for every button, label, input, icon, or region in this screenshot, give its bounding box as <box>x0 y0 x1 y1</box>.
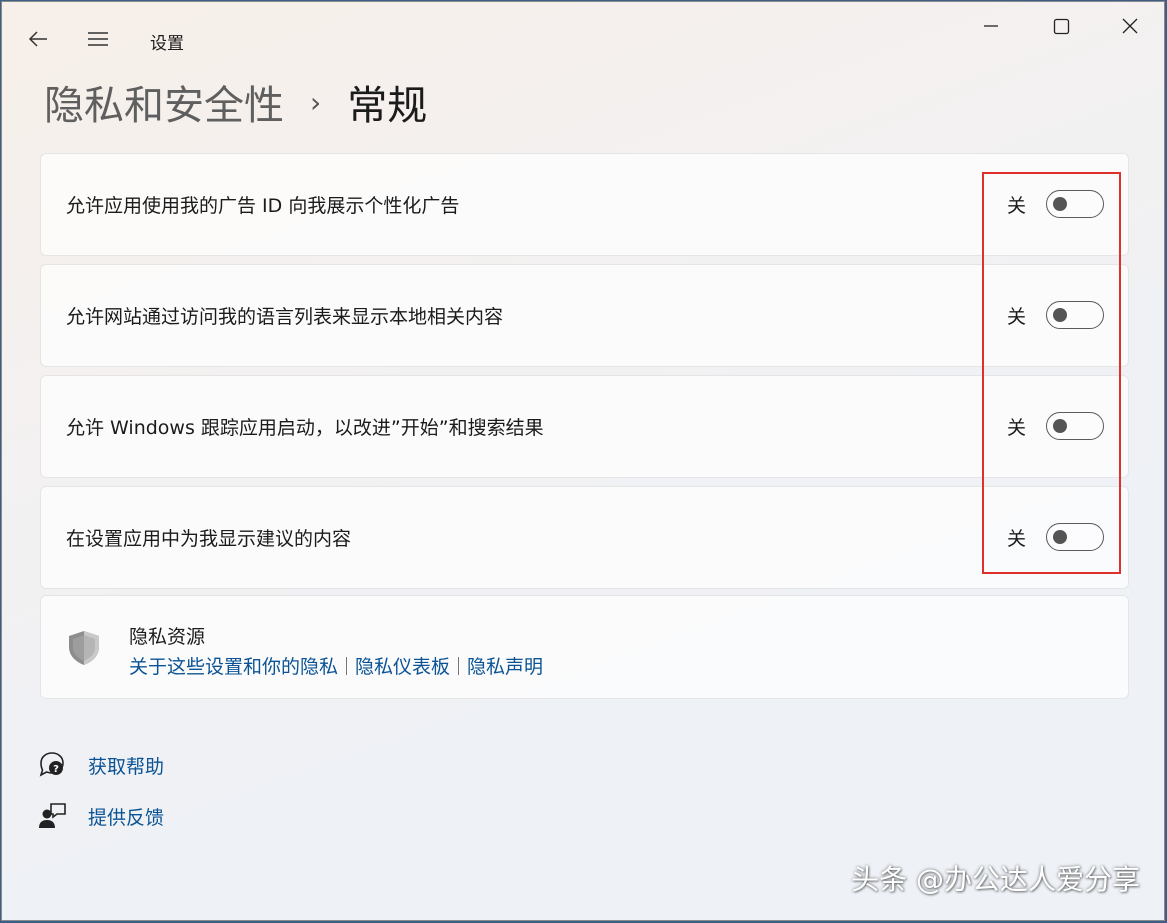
app-title: 设置 <box>150 34 184 54</box>
back-arrow-icon[interactable] <box>27 28 49 50</box>
maximize-icon <box>1053 18 1070 35</box>
breadcrumb-separator: › <box>310 85 322 119</box>
svg-text:?: ? <box>53 764 59 775</box>
toggle-state-label: 关 <box>1006 417 1026 439</box>
setting-card-ad-id: 允许应用使用我的广告 ID 向我展示个性化广告 关 <box>40 153 1129 256</box>
maximize-button[interactable] <box>1038 10 1084 42</box>
setting-label: 允许 Windows 跟踪应用启动，以改进”开始”和搜索结果 <box>66 417 544 439</box>
settings-window: 设置 隐私和安全性 › 常规 允许应用使用我的广告 ID 向我展示个性化广告 关… <box>1 1 1165 921</box>
privacy-resources-card: 隐私资源 关于这些设置和你的隐私 隐私仪表板 隐私声明 <box>40 595 1129 699</box>
feedback-label: 提供反馈 <box>88 806 165 829</box>
setting-card-app-launch-tracking: 允许 Windows 跟踪应用启动，以改进”开始”和搜索结果 关 <box>40 375 1129 478</box>
toggle-state-label: 关 <box>1006 195 1026 217</box>
suggested-content-toggle[interactable] <box>1046 522 1104 551</box>
ad-id-toggle[interactable] <box>1046 189 1104 218</box>
setting-label: 在设置应用中为我显示建议的内容 <box>66 528 352 550</box>
app-launch-tracking-toggle[interactable] <box>1046 411 1104 440</box>
toggle-knob <box>1053 307 1067 322</box>
toggle-knob <box>1053 529 1067 544</box>
feedback-link[interactable]: 提供反馈 <box>38 802 164 830</box>
page-title: 常规 <box>347 83 428 129</box>
close-button[interactable] <box>1107 10 1153 42</box>
setting-label: 允许应用使用我的广告 ID 向我展示个性化广告 <box>66 195 460 217</box>
shield-icon <box>67 630 101 666</box>
hamburger-menu-icon[interactable] <box>87 28 109 50</box>
toggle-state-label: 关 <box>1006 306 1026 328</box>
link-about-settings-privacy[interactable]: 关于这些设置和你的隐私 <box>129 652 338 679</box>
minimize-icon <box>984 25 998 27</box>
close-icon <box>1122 18 1138 34</box>
toggle-state-label: 关 <box>1006 528 1026 550</box>
watermark: 头条 @办公达人爱分享 <box>851 863 1140 896</box>
breadcrumb-parent-privacy-security[interactable]: 隐私和安全性 <box>44 73 284 131</box>
minimize-button[interactable] <box>968 10 1014 42</box>
breadcrumb: 隐私和安全性 › 常规 <box>44 72 427 132</box>
toggle-knob <box>1053 196 1067 211</box>
setting-card-language-list: 允许网站通过访问我的语言列表来显示本地相关内容 关 <box>40 264 1129 367</box>
link-divider <box>458 656 460 675</box>
help-chat-icon: ? <box>38 751 66 779</box>
toggle-knob <box>1053 418 1067 433</box>
link-privacy-statement[interactable]: 隐私声明 <box>467 652 543 679</box>
link-divider <box>346 656 348 675</box>
feedback-icon <box>38 802 66 830</box>
link-privacy-dashboard[interactable]: 隐私仪表板 <box>355 652 450 679</box>
setting-card-suggested-content: 在设置应用中为我显示建议的内容 关 <box>40 486 1129 589</box>
get-help-link[interactable]: ? 获取帮助 <box>38 751 164 779</box>
title-bar: 设置 <box>2 2 1164 74</box>
setting-label: 允许网站通过访问我的语言列表来显示本地相关内容 <box>66 306 504 328</box>
privacy-resources-title: 隐私资源 <box>129 626 206 648</box>
privacy-resources-links: 关于这些设置和你的隐私 隐私仪表板 隐私声明 <box>129 652 543 679</box>
get-help-label: 获取帮助 <box>88 755 165 778</box>
language-list-toggle[interactable] <box>1046 300 1104 329</box>
